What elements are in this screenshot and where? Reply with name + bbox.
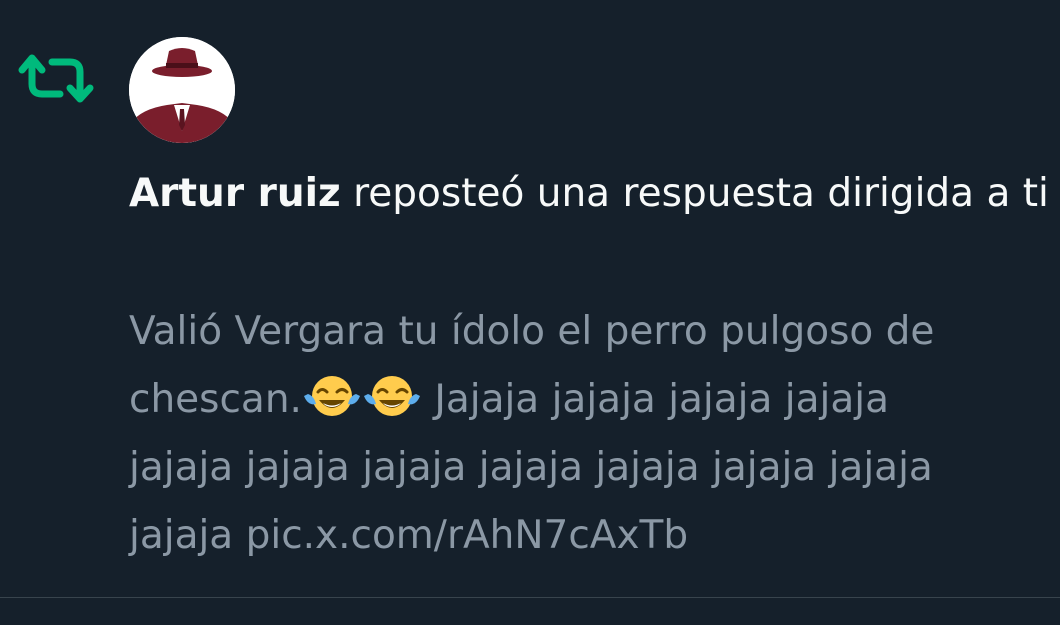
tweet-line: jajaja pic.x.com/rAhN7cAxTb	[129, 513, 689, 558]
tweet-fragment: chescan.	[129, 377, 302, 422]
tweet-line: Valió Vergara tu ídolo el perro pulgoso …	[129, 309, 935, 354]
action-text: reposteó una respuesta dirigida a ti	[340, 171, 1049, 216]
divider	[0, 597, 1060, 598]
avatar[interactable]	[129, 37, 235, 143]
tweet-line: chescan. Jajaja jajaja jajaja jajaja	[129, 366, 1060, 434]
repost-icon	[18, 54, 94, 103]
tweet-fragment: Jajaja jajaja jajaja jajaja	[421, 377, 890, 422]
actor-name[interactable]: Artur ruiz	[129, 171, 341, 216]
repost-notification[interactable]: Artur ruiz reposteó una respuesta dirigi…	[0, 0, 1060, 597]
tweet-line: jajaja jajaja jajaja jajaja jajaja jajaj…	[129, 445, 933, 490]
face-with-tears-of-joy-icon	[303, 376, 360, 416]
face-with-tears-of-joy-icon	[363, 376, 420, 416]
avatar-image	[129, 37, 235, 143]
notification-headline: Artur ruiz reposteó una respuesta dirigi…	[129, 162, 1049, 226]
tweet-text[interactable]: Valió Vergara tu ídolo el perro pulgoso …	[129, 298, 1060, 570]
